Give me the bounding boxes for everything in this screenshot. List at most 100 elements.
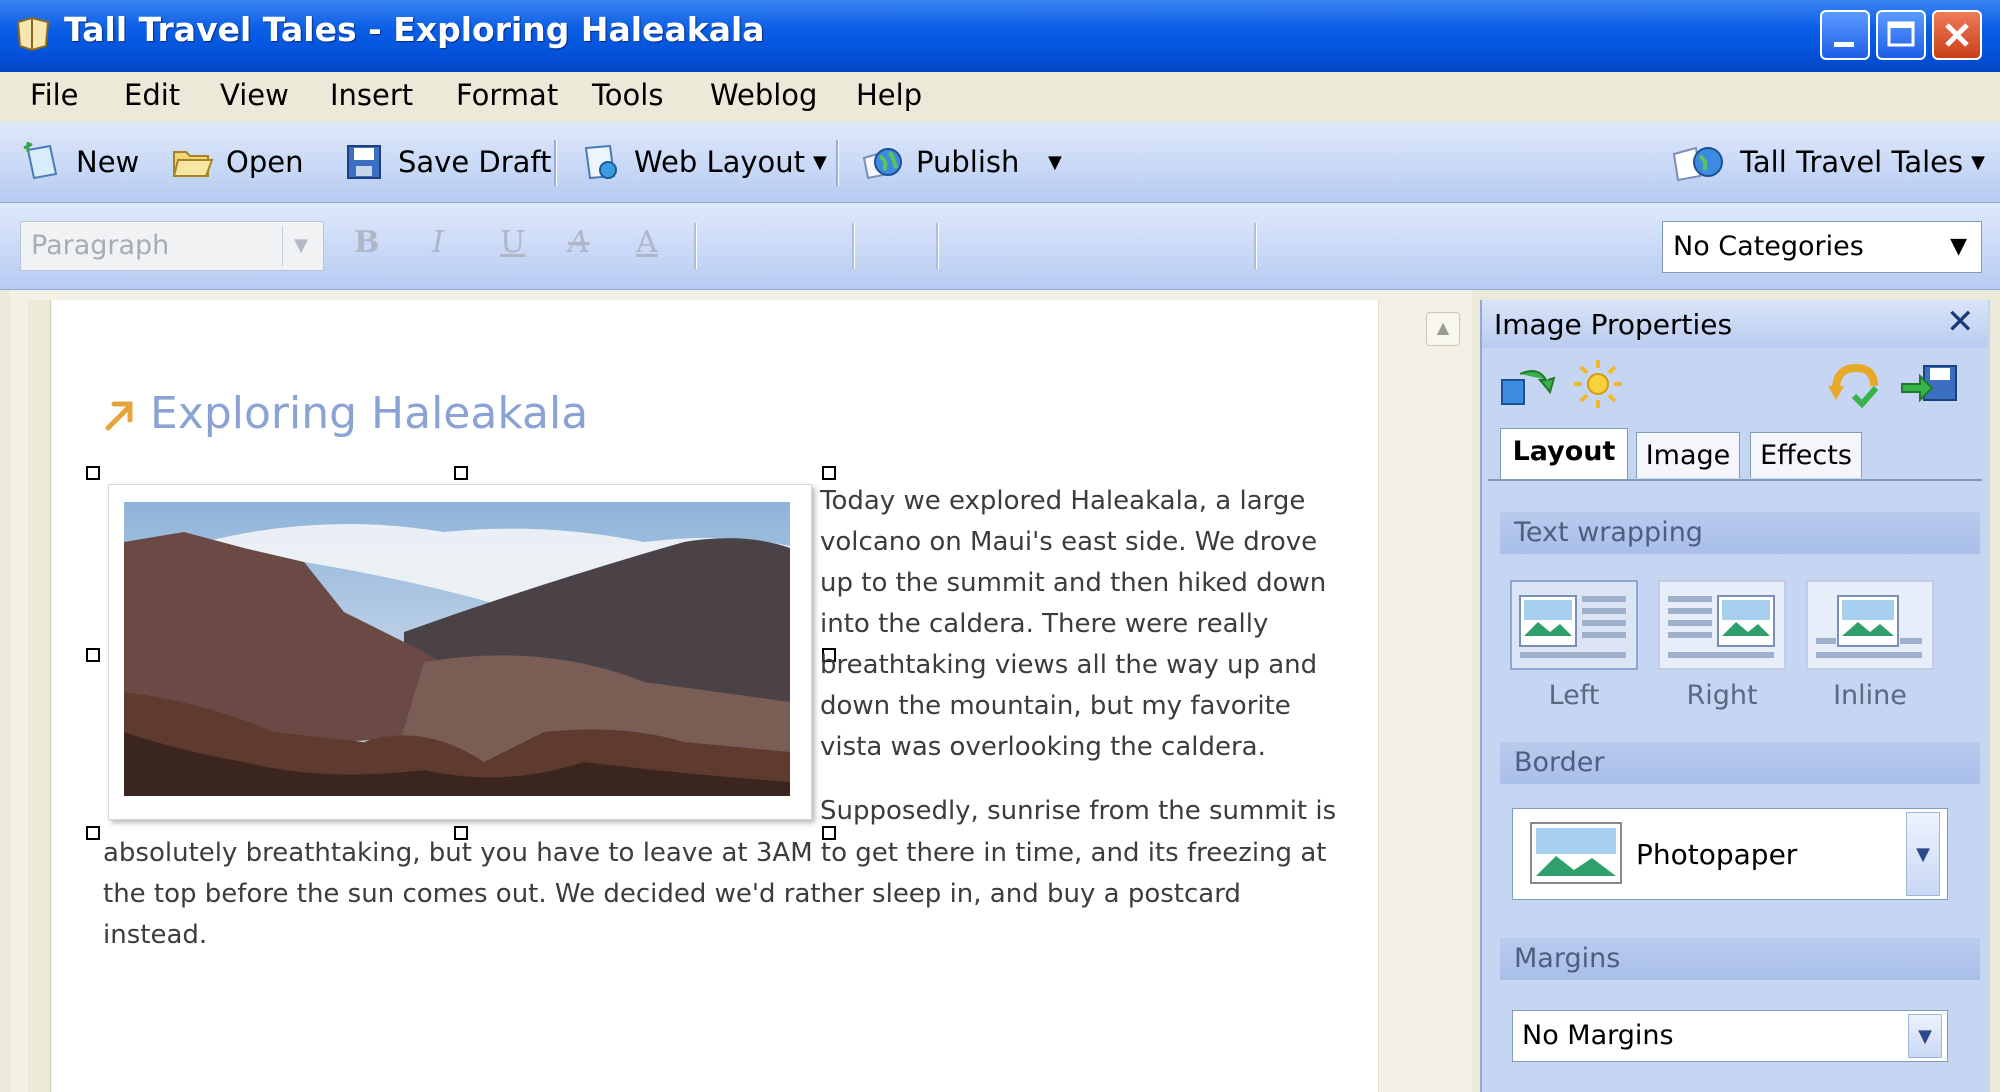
- save-icon: [347, 145, 381, 179]
- menu-tools[interactable]: Tools: [592, 78, 663, 112]
- editor-margin: [28, 300, 51, 1092]
- revert-image-icon[interactable]: [1826, 360, 1882, 408]
- blog-selector-button[interactable]: Tall Travel Tales ▼: [1670, 122, 1985, 202]
- post-body-line[interactable]: up to the summit and then hiked down: [820, 568, 1326, 598]
- close-button[interactable]: [1932, 10, 1982, 60]
- maximize-button[interactable]: [1876, 10, 1926, 60]
- post-body-line[interactable]: volcano on Maui's east side. We drove: [820, 527, 1317, 557]
- font-color-icon[interactable]: A: [636, 225, 658, 260]
- post-title-arrow-icon: [105, 401, 133, 431]
- underline-icon[interactable]: U: [500, 225, 525, 260]
- margins-value: No Margins: [1522, 1020, 1674, 1051]
- menu-bar: File Edit View Insert Format Tools Weblo…: [0, 72, 2000, 123]
- post-body-line[interactable]: vista was overlooking the caldera.: [820, 732, 1266, 762]
- new-post-icon: [23, 142, 58, 180]
- publish-button[interactable]: Publish: [860, 122, 1019, 202]
- tab-layout[interactable]: Layout: [1500, 428, 1628, 480]
- blog-label: Tall Travel Tales: [1740, 145, 1964, 179]
- close-icon: [1945, 23, 1969, 47]
- wrap-right-option[interactable]: [1658, 580, 1786, 670]
- post-body-line[interactable]: Today we explored Haleakala, a large: [820, 486, 1305, 516]
- post-body-line[interactable]: absolutely breathtaking, but you have to…: [103, 838, 1326, 868]
- post-body-line[interactable]: down the mountain, but my favorite: [820, 691, 1291, 721]
- brightness-icon[interactable]: [1572, 358, 1624, 410]
- scroll-up-button[interactable]: ▲: [1426, 312, 1460, 346]
- paragraph-style-value: Paragraph: [31, 230, 170, 261]
- web-layout-label: Web Layout: [634, 145, 806, 179]
- window-title: Tall Travel Tales - Exploring Haleakala: [64, 10, 765, 49]
- open-label: Open: [226, 145, 304, 179]
- tab-strip-divider: [1488, 479, 1982, 481]
- tab-effects[interactable]: Effects: [1750, 432, 1862, 478]
- editor-right-margin: [1378, 300, 1463, 1092]
- bold-icon[interactable]: B: [354, 225, 379, 260]
- save-draft-button[interactable]: Save Draft: [342, 122, 552, 202]
- menu-edit[interactable]: Edit: [124, 78, 180, 112]
- wrap-left-label: Left: [1548, 680, 1600, 711]
- save-draft-label: Save Draft: [398, 145, 552, 179]
- chevron-down-icon: ▼: [1048, 151, 1062, 173]
- rotate-image-icon[interactable]: [1500, 360, 1556, 408]
- publish-options-button[interactable]: ▼: [1040, 122, 1062, 202]
- categories-select[interactable]: No Categories ▼: [1662, 221, 1982, 273]
- post-title[interactable]: Exploring Haleakala: [150, 388, 588, 439]
- menu-format[interactable]: Format: [456, 78, 558, 112]
- section-margins: Margins: [1500, 938, 1980, 980]
- italic-icon[interactable]: I: [432, 225, 444, 260]
- section-text-wrapping: Text wrapping: [1500, 512, 1980, 554]
- paragraph-style-select[interactable]: Paragraph ▼: [20, 221, 324, 271]
- wrap-left-icon: [1519, 595, 1626, 658]
- post-body-line[interactable]: into the caldera. There were really: [820, 609, 1268, 639]
- menu-insert[interactable]: Insert: [330, 78, 413, 112]
- resize-handle-bottom-left[interactable]: [86, 826, 100, 840]
- maximize-icon: [1887, 21, 1915, 47]
- toolbar-separator: [836, 140, 839, 186]
- post-body-line[interactable]: Supposedly, sunrise from the summit is: [820, 796, 1336, 826]
- app-icon: [16, 16, 50, 52]
- haleakala-photo[interactable]: [124, 502, 790, 796]
- minimize-icon: [1834, 42, 1854, 47]
- publish-label: Publish: [916, 145, 1020, 179]
- wrap-left-option[interactable]: [1510, 580, 1638, 670]
- wrap-right-icon: [1668, 595, 1775, 658]
- border-style-value: Photopaper: [1636, 838, 1798, 871]
- new-button[interactable]: New: [20, 122, 139, 202]
- toolbar-separator: [852, 223, 855, 269]
- post-body-line[interactable]: instead.: [103, 920, 207, 950]
- post-body-line[interactable]: the top before the sun comes out. We dec…: [103, 879, 1241, 909]
- post-body-line[interactable]: breathtaking views all the way up and: [820, 650, 1317, 680]
- menu-view[interactable]: View: [220, 78, 289, 112]
- blog-book-icon: [1672, 146, 1723, 182]
- main-toolbar: New Open Save Draft Web Layout ▼ Publish: [0, 122, 2000, 203]
- resize-handle-top-right[interactable]: [822, 466, 836, 480]
- toolbar-separator: [936, 223, 939, 269]
- panel-close-icon[interactable]: ✕: [1946, 302, 1975, 342]
- margins-dropdown-button[interactable]: ▼: [1908, 1014, 1942, 1058]
- resize-handle-top-left[interactable]: [86, 466, 100, 480]
- strikethrough-icon[interactable]: A: [568, 225, 590, 260]
- menu-help[interactable]: Help: [856, 78, 922, 112]
- save-image-defaults-icon[interactable]: [1900, 360, 1960, 408]
- chevron-down-icon: ▼: [1916, 844, 1930, 865]
- open-button[interactable]: Open: [170, 122, 303, 202]
- menu-file[interactable]: File: [30, 78, 79, 112]
- tab-image[interactable]: Image: [1636, 432, 1740, 478]
- photopaper-thumbnail-icon: [1530, 822, 1622, 884]
- toolbar-separator: [694, 223, 697, 269]
- format-toolbar: Paragraph ▼ B I U A A “ ” abc: [0, 203, 2000, 471]
- new-label: New: [76, 145, 140, 179]
- menu-weblog[interactable]: Weblog: [710, 78, 817, 112]
- chevron-down-icon: ▼: [282, 226, 319, 266]
- border-dropdown-button[interactable]: ▼: [1906, 812, 1940, 896]
- minimize-button[interactable]: [1820, 10, 1870, 60]
- panel-title: Image Properties: [1494, 308, 1733, 341]
- chevron-down-icon: ▼: [1950, 234, 1967, 259]
- chevron-down-icon: ▼: [1918, 1026, 1932, 1047]
- section-border: Border: [1500, 742, 1980, 784]
- resize-handle-left[interactable]: [86, 648, 100, 662]
- wrap-inline-label: Inline: [1833, 680, 1907, 711]
- resize-handle-top[interactable]: [454, 466, 468, 480]
- web-layout-button[interactable]: Web Layout ▼: [578, 122, 827, 202]
- wrap-inline-option[interactable]: [1806, 580, 1934, 670]
- chevron-down-icon: ▼: [1971, 151, 1985, 173]
